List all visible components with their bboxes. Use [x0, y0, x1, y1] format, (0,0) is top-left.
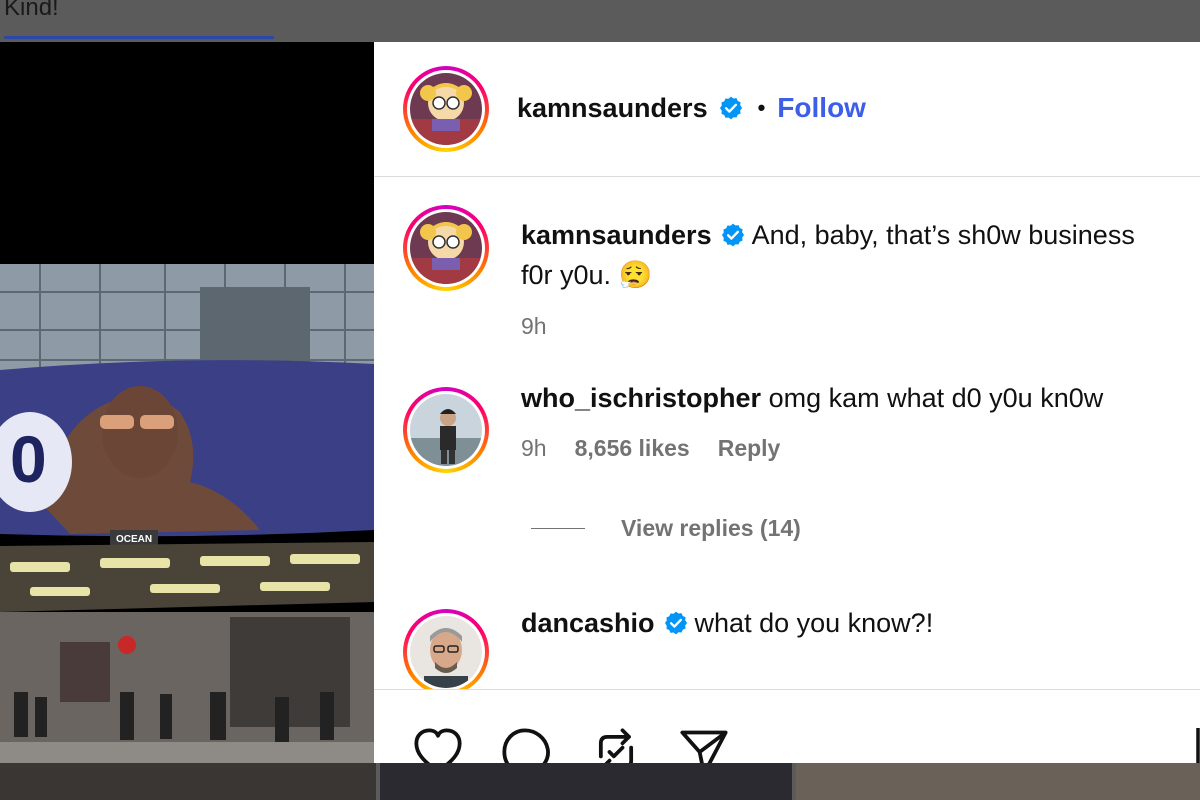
header-username[interactable]: kamnsaunders [517, 93, 708, 124]
screen-text: 0 [10, 422, 47, 496]
author-avatar[interactable] [403, 66, 489, 152]
view-replies-button[interactable]: View replies (14) [531, 515, 801, 542]
comments-list[interactable]: kamnsaunders And, baby, that’s sh0w busin… [374, 177, 1200, 689]
follow-button[interactable]: Follow [777, 92, 866, 124]
post-details-panel: kamnsaunders • Follow kamnsaunders And, … [374, 42, 1200, 763]
comment-username[interactable]: dancashio [521, 608, 655, 638]
comment-avatar[interactable] [403, 205, 489, 291]
action-bar [374, 689, 1200, 763]
comment-avatar[interactable] [403, 609, 489, 689]
verified-badge-icon [721, 223, 744, 247]
backdrop-thumbnail [380, 763, 792, 800]
header-separator: • [757, 95, 766, 120]
comment-text: And, baby, that’s sh0w business [751, 220, 1135, 250]
comment-likes[interactable]: 8,656 likes [575, 435, 690, 462]
share-icon[interactable] [590, 726, 642, 763]
send-icon[interactable] [678, 726, 730, 763]
comment-username[interactable]: who_ischristopher [521, 383, 761, 413]
verified-badge-icon [664, 611, 687, 635]
reply-button[interactable]: Reply [718, 435, 781, 462]
comment-avatar[interactable] [403, 387, 489, 473]
backdrop-link [4, 30, 274, 42]
comment-time[interactable]: 9h [521, 313, 547, 340]
ocean-sign: OCEAN [116, 534, 152, 545]
comment-icon[interactable] [500, 726, 552, 763]
comment-text: omg kam what d0 y0u kn0w [768, 383, 1104, 413]
post-photo[interactable]: 0 OCEAN [0, 42, 374, 763]
comment-time[interactable]: 9h [521, 435, 547, 462]
bookmark-icon[interactable] [1194, 726, 1200, 763]
heart-icon[interactable] [412, 726, 464, 763]
verified-badge-icon [719, 96, 742, 120]
backdrop-thumbnail [0, 763, 376, 800]
comment-username[interactable]: kamnsaunders [521, 220, 712, 250]
view-replies-label: View replies (14) [621, 515, 801, 541]
replies-divider [531, 528, 585, 529]
comment-text-continued: f0r y0u. 😮‍💨 [521, 260, 653, 290]
backdrop-text: Kind! [4, 0, 59, 21]
backdrop-thumbnail [796, 763, 1200, 800]
post-header: kamnsaunders • Follow [374, 42, 1200, 177]
comment-text: what do you know?! [694, 608, 934, 638]
